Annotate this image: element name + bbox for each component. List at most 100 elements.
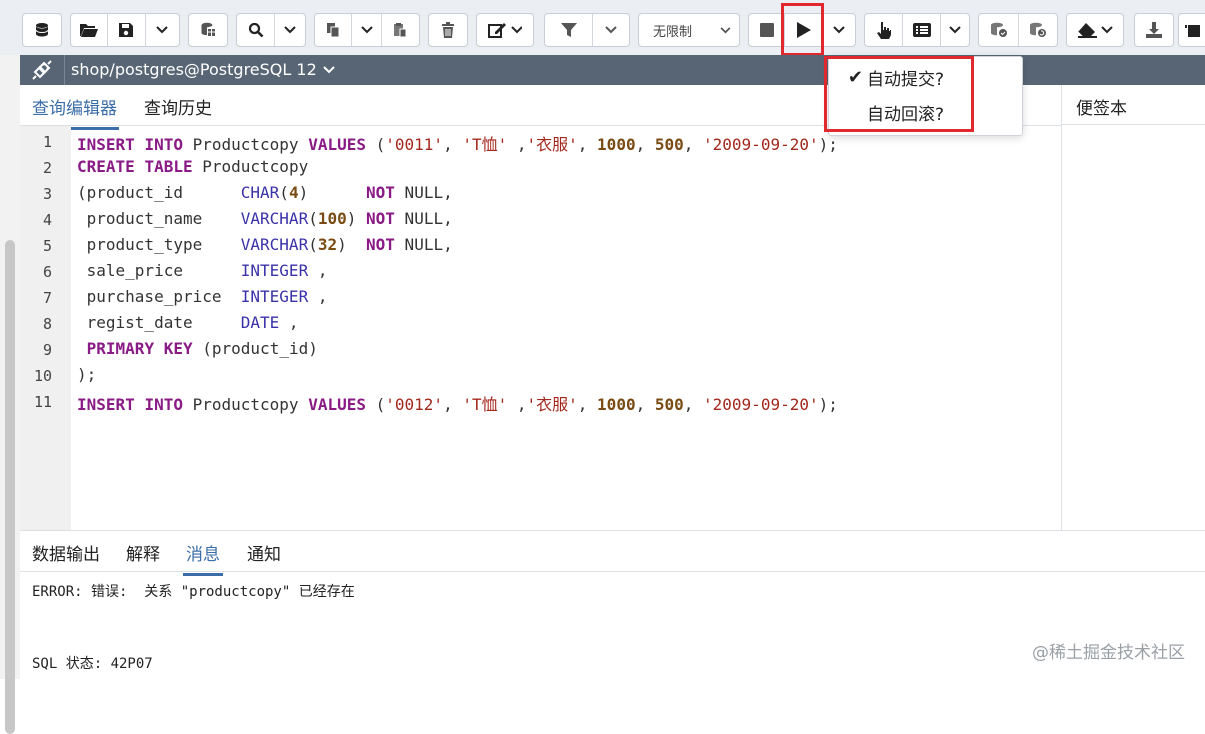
line-number: 6 [42, 263, 52, 281]
code-token: NULL, [394, 183, 453, 202]
code-token: 4 [288, 183, 299, 202]
menu-item-auto-commit[interactable]: ✔ 自动提交? [829, 60, 1022, 94]
tab-query-editor[interactable]: 查询编辑器 [30, 94, 119, 130]
menu-item-auto-rollback[interactable]: 自动回滚? [829, 95, 1022, 129]
hand-pointer-icon [876, 22, 891, 39]
toolbar-group-edit [476, 13, 534, 47]
toolbar-group-more [1178, 13, 1205, 47]
check-icon: ✔ [847, 66, 863, 88]
tab-explain[interactable]: 解释 [126, 540, 160, 565]
code-token: , [507, 135, 527, 154]
find-options-dropdown[interactable] [275, 14, 305, 46]
delete-button[interactable] [429, 14, 467, 46]
toolbar-group-execute [748, 13, 856, 47]
commit-button[interactable] [979, 14, 1019, 46]
code-token: , [577, 395, 598, 414]
sql-code-editor[interactable]: INSERT INTO Productcopy VALUES ('0011', … [77, 126, 1057, 530]
code-token: INSERT [77, 135, 135, 154]
auto-rollback-label: 自动回滚? [867, 104, 945, 125]
chevron-down-icon [949, 26, 961, 34]
code-token: Productcopy [192, 157, 309, 176]
database-icon [35, 23, 49, 37]
line-number: 2 [42, 159, 52, 177]
code-token: regist_date [77, 313, 241, 332]
clear-button[interactable] [1067, 14, 1123, 46]
code-token: , [308, 261, 328, 280]
toolbar-group-clear [1066, 13, 1124, 47]
toolbar-group-transaction [978, 13, 1058, 47]
code-token: KEY [163, 339, 193, 358]
execute-options-dropdown[interactable] [823, 14, 855, 46]
code-line: (product_id CHAR(4) NOT NULL, [77, 183, 453, 202]
connection-selector[interactable]: shop/postgres@PostgreSQL 12 [71, 60, 335, 79]
tab-notifications[interactable]: 通知 [247, 540, 281, 565]
left-scrollbar-thumb[interactable] [5, 240, 15, 734]
code-token: , [683, 135, 704, 154]
connection-status-button[interactable] [20, 55, 65, 85]
code-token: 'T恤' [462, 395, 508, 414]
toolbar-more-button[interactable] [1179, 14, 1205, 46]
filter-icon [560, 23, 577, 37]
explain-analyze-button[interactable] [903, 14, 941, 46]
paste-button[interactable] [382, 14, 419, 46]
find-button[interactable] [237, 14, 275, 46]
copy-options-dropdown[interactable] [352, 14, 382, 46]
code-token: ( [308, 235, 318, 254]
download-icon [1146, 22, 1162, 38]
code-line: INSERT INTO Productcopy VALUES ('0012', … [77, 391, 838, 415]
code-token: ( [279, 183, 289, 202]
save-file-button[interactable] [108, 14, 146, 46]
edit-icon [488, 23, 522, 38]
tab-data-output[interactable]: 数据输出 [32, 540, 100, 565]
explain-options-dropdown[interactable] [941, 14, 969, 46]
line-number: 4 [42, 211, 52, 229]
code-token: VALUES [308, 395, 366, 414]
copy-button[interactable] [315, 14, 353, 46]
auto-commit-label: 自动提交? [867, 69, 945, 90]
macros-button[interactable] [189, 14, 227, 46]
database-check-icon [990, 22, 1007, 37]
code-token: ( [308, 209, 318, 228]
code-token: ) [298, 183, 367, 202]
code-token: ) [337, 235, 367, 254]
code-token: 1000 [597, 395, 636, 414]
open-file-button[interactable] [71, 14, 109, 46]
code-token: '0011' [385, 135, 444, 154]
row-limit-select[interactable]: 无限制 [639, 14, 739, 46]
code-token: INTO [144, 395, 183, 414]
tab-query-history[interactable]: 查询历史 [144, 94, 212, 119]
save-options-dropdown[interactable] [146, 14, 179, 46]
scratch-pad-panel[interactable]: 便签本 [1061, 85, 1205, 530]
code-token: '0012' [385, 395, 444, 414]
code-token: Productcopy [182, 395, 309, 414]
error-message: ERROR: 错误: 关系 "productcopy" 已经存在 [32, 584, 355, 600]
scratch-pad-divider [1062, 124, 1205, 125]
execute-query-button[interactable] [785, 14, 823, 46]
code-token: ); [818, 395, 838, 414]
rollback-button[interactable] [1019, 14, 1057, 46]
code-token: product_type [77, 235, 241, 254]
code-token: INTEGER [240, 287, 309, 306]
database-table-icon [201, 22, 215, 36]
trash-icon [442, 22, 454, 38]
connection-name: shop/postgres@PostgreSQL 12 [71, 60, 317, 79]
filter-options-dropdown[interactable] [593, 14, 629, 46]
cancel-query-button[interactable] [749, 14, 785, 46]
code-token: 'T恤' [462, 135, 508, 154]
explain-button[interactable] [865, 14, 903, 46]
stop-icon [759, 23, 774, 37]
edit-button[interactable] [477, 14, 533, 46]
code-token: NOT [366, 209, 395, 228]
list-alt-icon [912, 23, 931, 37]
code-token: '衣服' [526, 395, 578, 414]
tab-messages[interactable]: 消息 [183, 540, 223, 576]
code-token: ( [366, 395, 386, 414]
download-csv-button[interactable] [1135, 14, 1173, 46]
watermark: @稀土掘金技术社区 [1032, 643, 1185, 663]
filter-button[interactable] [545, 14, 593, 46]
database-button[interactable] [23, 14, 61, 46]
line-number: 3 [42, 185, 52, 203]
toolbar-group-explain [864, 13, 970, 47]
save-icon [119, 23, 134, 37]
